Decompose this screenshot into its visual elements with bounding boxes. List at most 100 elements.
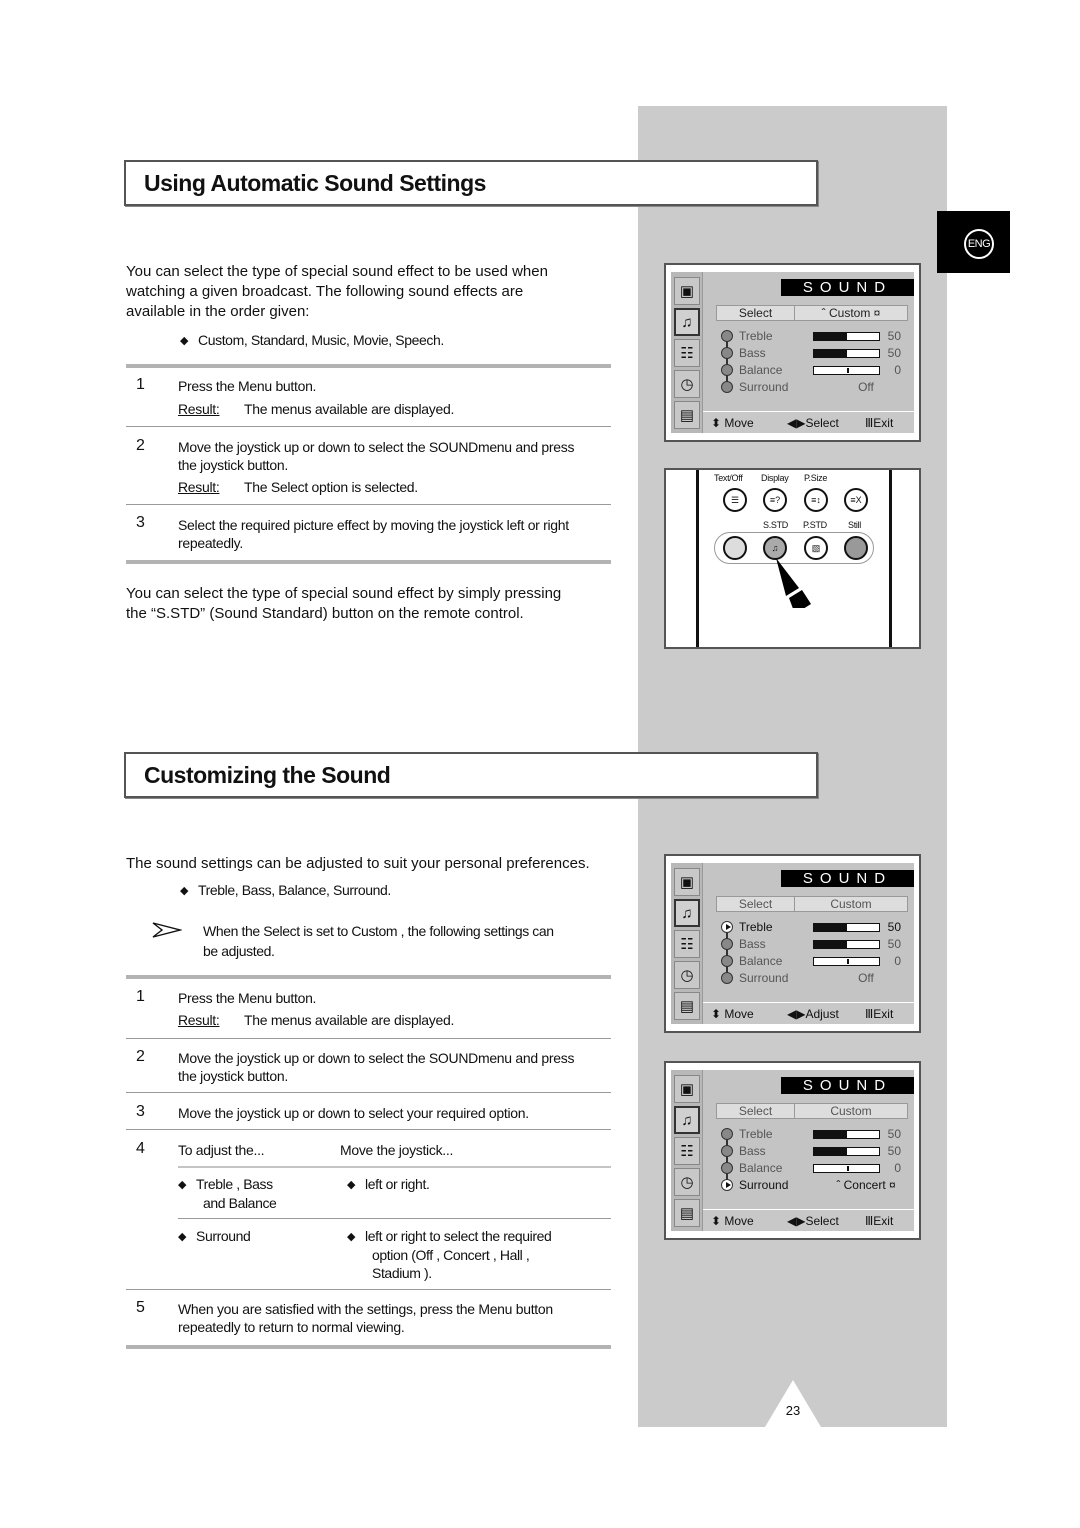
osd-select-row[interactable]: Select ˆ Custom ¤ [716,305,908,321]
function-icon[interactable]: ☷ [674,930,700,958]
section2-intro: The sound settings can be adjusted to su… [126,855,590,872]
osd-row-treble[interactable]: Treble 50 [721,328,911,344]
osd-sound-screen-select: ▣ ♫ ☷ ◷ ▤ SOUND Select ˆ Custom ¤ Treble 50 Bass 50… [664,263,921,442]
select-label: Select [717,306,795,320]
table-header-adjust: To adjust the... [178,1142,265,1158]
step-result: Result: The menus available are displayed… [178,1012,454,1028]
diamond-bullet-icon: ◆ [347,1231,356,1243]
osd-row-bass[interactable]: Bass 50 [721,936,911,952]
osd-row-value: 50 [887,1127,901,1141]
balance-slider[interactable] [813,957,880,966]
timer-icon[interactable]: ◷ [674,370,700,398]
level-slider[interactable] [813,940,880,949]
option-dot-icon [721,381,733,393]
osd-select-row[interactable]: Select Custom [716,896,908,912]
balance-slider[interactable] [813,1164,880,1173]
option-dot-icon [721,972,733,984]
level-slider[interactable] [813,1130,880,1139]
step-result: Result: The Select option is selected. [178,479,418,495]
picture-icon[interactable]: ▣ [674,277,700,305]
osd-row-value: 50 [887,1144,901,1158]
table-cell-action: ◆ left or right to select the required op… [347,1227,552,1282]
mute-button[interactable] [723,536,747,560]
timer-icon[interactable]: ◷ [674,1168,700,1196]
footer-exit-hint: ⅢExit [865,1214,894,1228]
language-badge: ENG [964,229,994,259]
balance-marker [846,368,849,373]
display-button[interactable]: ≡? [763,488,787,512]
remote-body: Text/Off Display P.Size ☰ ≡? ≡↕ ≡X S.STD… [696,470,892,647]
picture-icon[interactable]: ▣ [674,1075,700,1103]
teletext-icon[interactable]: ▤ [674,401,700,429]
footer-action-hint: ◀▶Select [787,1214,839,1228]
action-text: option (Off , Concert , Hall , [372,1247,530,1263]
osd-row-label: Bass [739,346,766,360]
select-value: ˆ Custom ¤ [821,306,881,320]
step-text: When you are satisfied with the settings… [178,1300,618,1336]
osd-title: SOUND [781,279,914,296]
osd-row-bass[interactable]: Bass 50 [721,1143,911,1159]
osd-row-label: Treble [739,1127,773,1141]
osd-sound-screen-treble: ▣ ♫ ☷ ◷ ▤ SOUND Select Custom Treble 50 Bass 50 Bala… [664,854,921,1033]
osd-row-balance[interactable]: Balance 0 [721,953,911,969]
osd-row-balance[interactable]: Balance 0 [721,1160,911,1176]
function-icon[interactable]: ☷ [674,1137,700,1165]
osd-menu-sidebar: ▣ ♫ ☷ ◷ ▤ [671,863,703,1024]
still-button[interactable] [844,536,868,560]
sstd-button[interactable]: ♫ [763,536,787,560]
timer-icon[interactable]: ◷ [674,961,700,989]
osd-row-label: Bass [739,1144,766,1158]
result-text: The menus available are displayed. [244,401,455,417]
diamond-bullet-icon: ◆ [178,1231,187,1243]
osd-row-treble[interactable]: Treble 50 [721,1126,911,1142]
step-line: When you are satisfied with the settings… [178,1301,553,1317]
footer-action-hint: ◀▶Select [787,416,839,430]
table-cell-action: ◆ left or right. [347,1175,430,1194]
balance-slider[interactable] [813,366,880,375]
psize-button[interactable]: ≡↕ [804,488,828,512]
sound-icon[interactable]: ♫ [674,1106,700,1134]
teletext-icon[interactable]: ▤ [674,1199,700,1227]
footer-move-hint: ⬍ Move [711,416,754,430]
step-number: 4 [136,1140,145,1157]
osd-row-treble[interactable]: Treble 50 [721,919,911,935]
teletext-icon[interactable]: ▤ [674,992,700,1020]
remote-label-display: Display [761,473,789,483]
intro-line: available in the order given: [126,303,310,320]
bullet-text: Treble, Bass, Balance, Surround. [198,882,391,898]
table-row: ◆ Surround [178,1227,251,1246]
osd-menu-sidebar: ▣ ♫ ☷ ◷ ▤ [671,1070,703,1231]
teletext-button[interactable]: ☰ [723,488,747,512]
level-slider[interactable] [813,332,880,341]
osd-row-label: Balance [739,363,783,377]
sound-icon[interactable]: ♫ [674,308,700,336]
osd-footer: ⬍ Move ◀▶Adjust ⅢExit [703,1002,914,1024]
remote-label-sstd: S.STD [763,520,789,530]
sound-effects-bullet: ◆ Custom, Standard, Music, Movie, Speech. [180,331,444,350]
osd-row-label: Treble [739,329,773,343]
option-dot-icon [721,330,733,342]
action-text: left or right to select the required [365,1228,552,1244]
function-icon[interactable]: ☷ [674,339,700,367]
sound-icon[interactable]: ♫ [674,899,700,927]
osd-row-surround[interactable]: Surround ˆ Concert ¤ [721,1177,911,1193]
osd-row-balance[interactable]: Balance 0 [721,362,911,378]
pstd-button[interactable]: ▧ [804,536,828,560]
picture-icon[interactable]: ▣ [674,868,700,896]
osd-menu-sidebar: ▣ ♫ ☷ ◷ ▤ [671,272,703,433]
osd-row-surround[interactable]: Surround Off [721,970,911,986]
result-text: The Select option is selected. [244,479,418,495]
outro-line: the “S.STD” (Sound Standard) button on t… [126,605,524,622]
level-slider[interactable] [813,1147,880,1156]
osd-select-row[interactable]: Select Custom [716,1103,908,1119]
divider [126,560,611,564]
step-number: 2 [136,437,145,454]
osd-footer: ⬍ Move ◀▶Select ⅢExit [703,1209,914,1231]
osd-row-surround[interactable]: Surround Off [721,379,911,395]
osd-row-bass[interactable]: Bass 50 [721,345,911,361]
cancel-button[interactable]: ≡X [844,488,868,512]
level-slider[interactable] [813,349,880,358]
osd-panel: ▣ ♫ ☷ ◷ ▤ SOUND Select ˆ Custom ¤ Treble 50 Bass 50… [671,272,914,433]
level-slider[interactable] [813,923,880,932]
step-line: Move the joystick up or down to select t… [178,1050,575,1066]
